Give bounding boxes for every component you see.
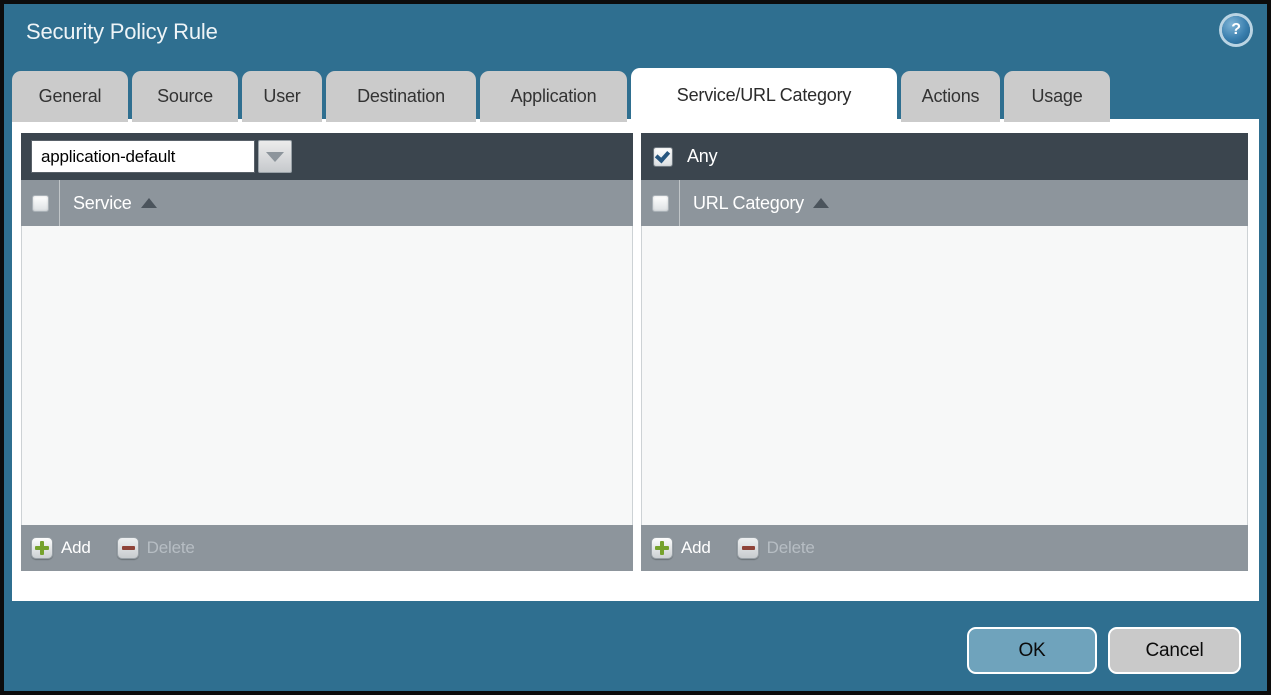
service-add-label: Add [61,538,91,557]
service-panel: application-default Service Add Delete [21,133,633,571]
tab-source[interactable]: Source [132,71,238,122]
service-add-button[interactable]: Add [31,537,91,559]
service-table-body[interactable] [21,226,633,525]
plus-icon [31,537,53,559]
service-delete-label: Delete [146,538,195,557]
service-select-all-checkbox[interactable] [31,194,49,212]
service-column-label[interactable]: Service [73,193,132,214]
url-category-delete-button[interactable]: Delete [736,537,815,559]
question-mark-glyph: ? [1231,21,1241,38]
service-type-dropdown[interactable]: application-default [31,140,292,173]
any-label: Any [687,146,718,166]
service-toolbar: Add Delete [21,525,633,571]
service-table-header: Service [21,180,633,226]
url-category-select-all-checkbox[interactable] [651,194,669,212]
chevron-down-icon [266,151,284,162]
url-category-delete-label: Delete [766,538,815,557]
url-category-add-label: Add [681,538,711,557]
help-icon[interactable]: ? [1222,16,1250,44]
tab-content-area: application-default Service Add Delete A… [12,119,1259,601]
tab-application[interactable]: Application [480,71,627,122]
minus-icon [116,537,139,559]
checkmark-icon [654,147,671,163]
tab-service-url-category[interactable]: Service/URL Category [631,68,897,122]
url-category-table-body[interactable] [641,226,1248,525]
security-policy-rule-dialog: Security Policy Rule ? General Source Us… [0,0,1271,695]
sort-ascending-icon[interactable] [140,198,157,208]
ok-button[interactable]: OK [967,627,1097,674]
url-category-toolbar: Add Delete [641,525,1248,571]
tab-bar: General Source User Destination Applicat… [12,68,1110,122]
url-category-topbar: Any [641,133,1248,180]
tab-usage[interactable]: Usage [1004,71,1110,122]
any-checkbox[interactable] [653,146,673,167]
dialog-title: Security Policy Rule [26,19,218,44]
plus-icon [651,537,673,559]
sort-ascending-icon[interactable] [812,198,829,208]
service-type-value[interactable]: application-default [31,140,255,173]
service-topbar: application-default [21,133,633,180]
cancel-button[interactable]: Cancel [1108,627,1241,674]
tab-general[interactable]: General [12,71,128,122]
tab-destination[interactable]: Destination [326,71,476,122]
tab-actions[interactable]: Actions [901,71,1000,122]
url-category-header-checkbox-cell [641,180,680,226]
url-category-column-label[interactable]: URL Category [693,193,804,214]
tab-user[interactable]: User [242,71,322,122]
minus-icon [736,537,759,559]
service-header-checkbox-cell [21,180,60,226]
service-delete-button[interactable]: Delete [116,537,195,559]
service-type-dropdown-button[interactable] [258,140,292,173]
url-category-add-button[interactable]: Add [651,537,711,559]
url-category-panel: Any URL Category Add Delete [641,133,1248,571]
url-category-table-header: URL Category [641,180,1248,226]
